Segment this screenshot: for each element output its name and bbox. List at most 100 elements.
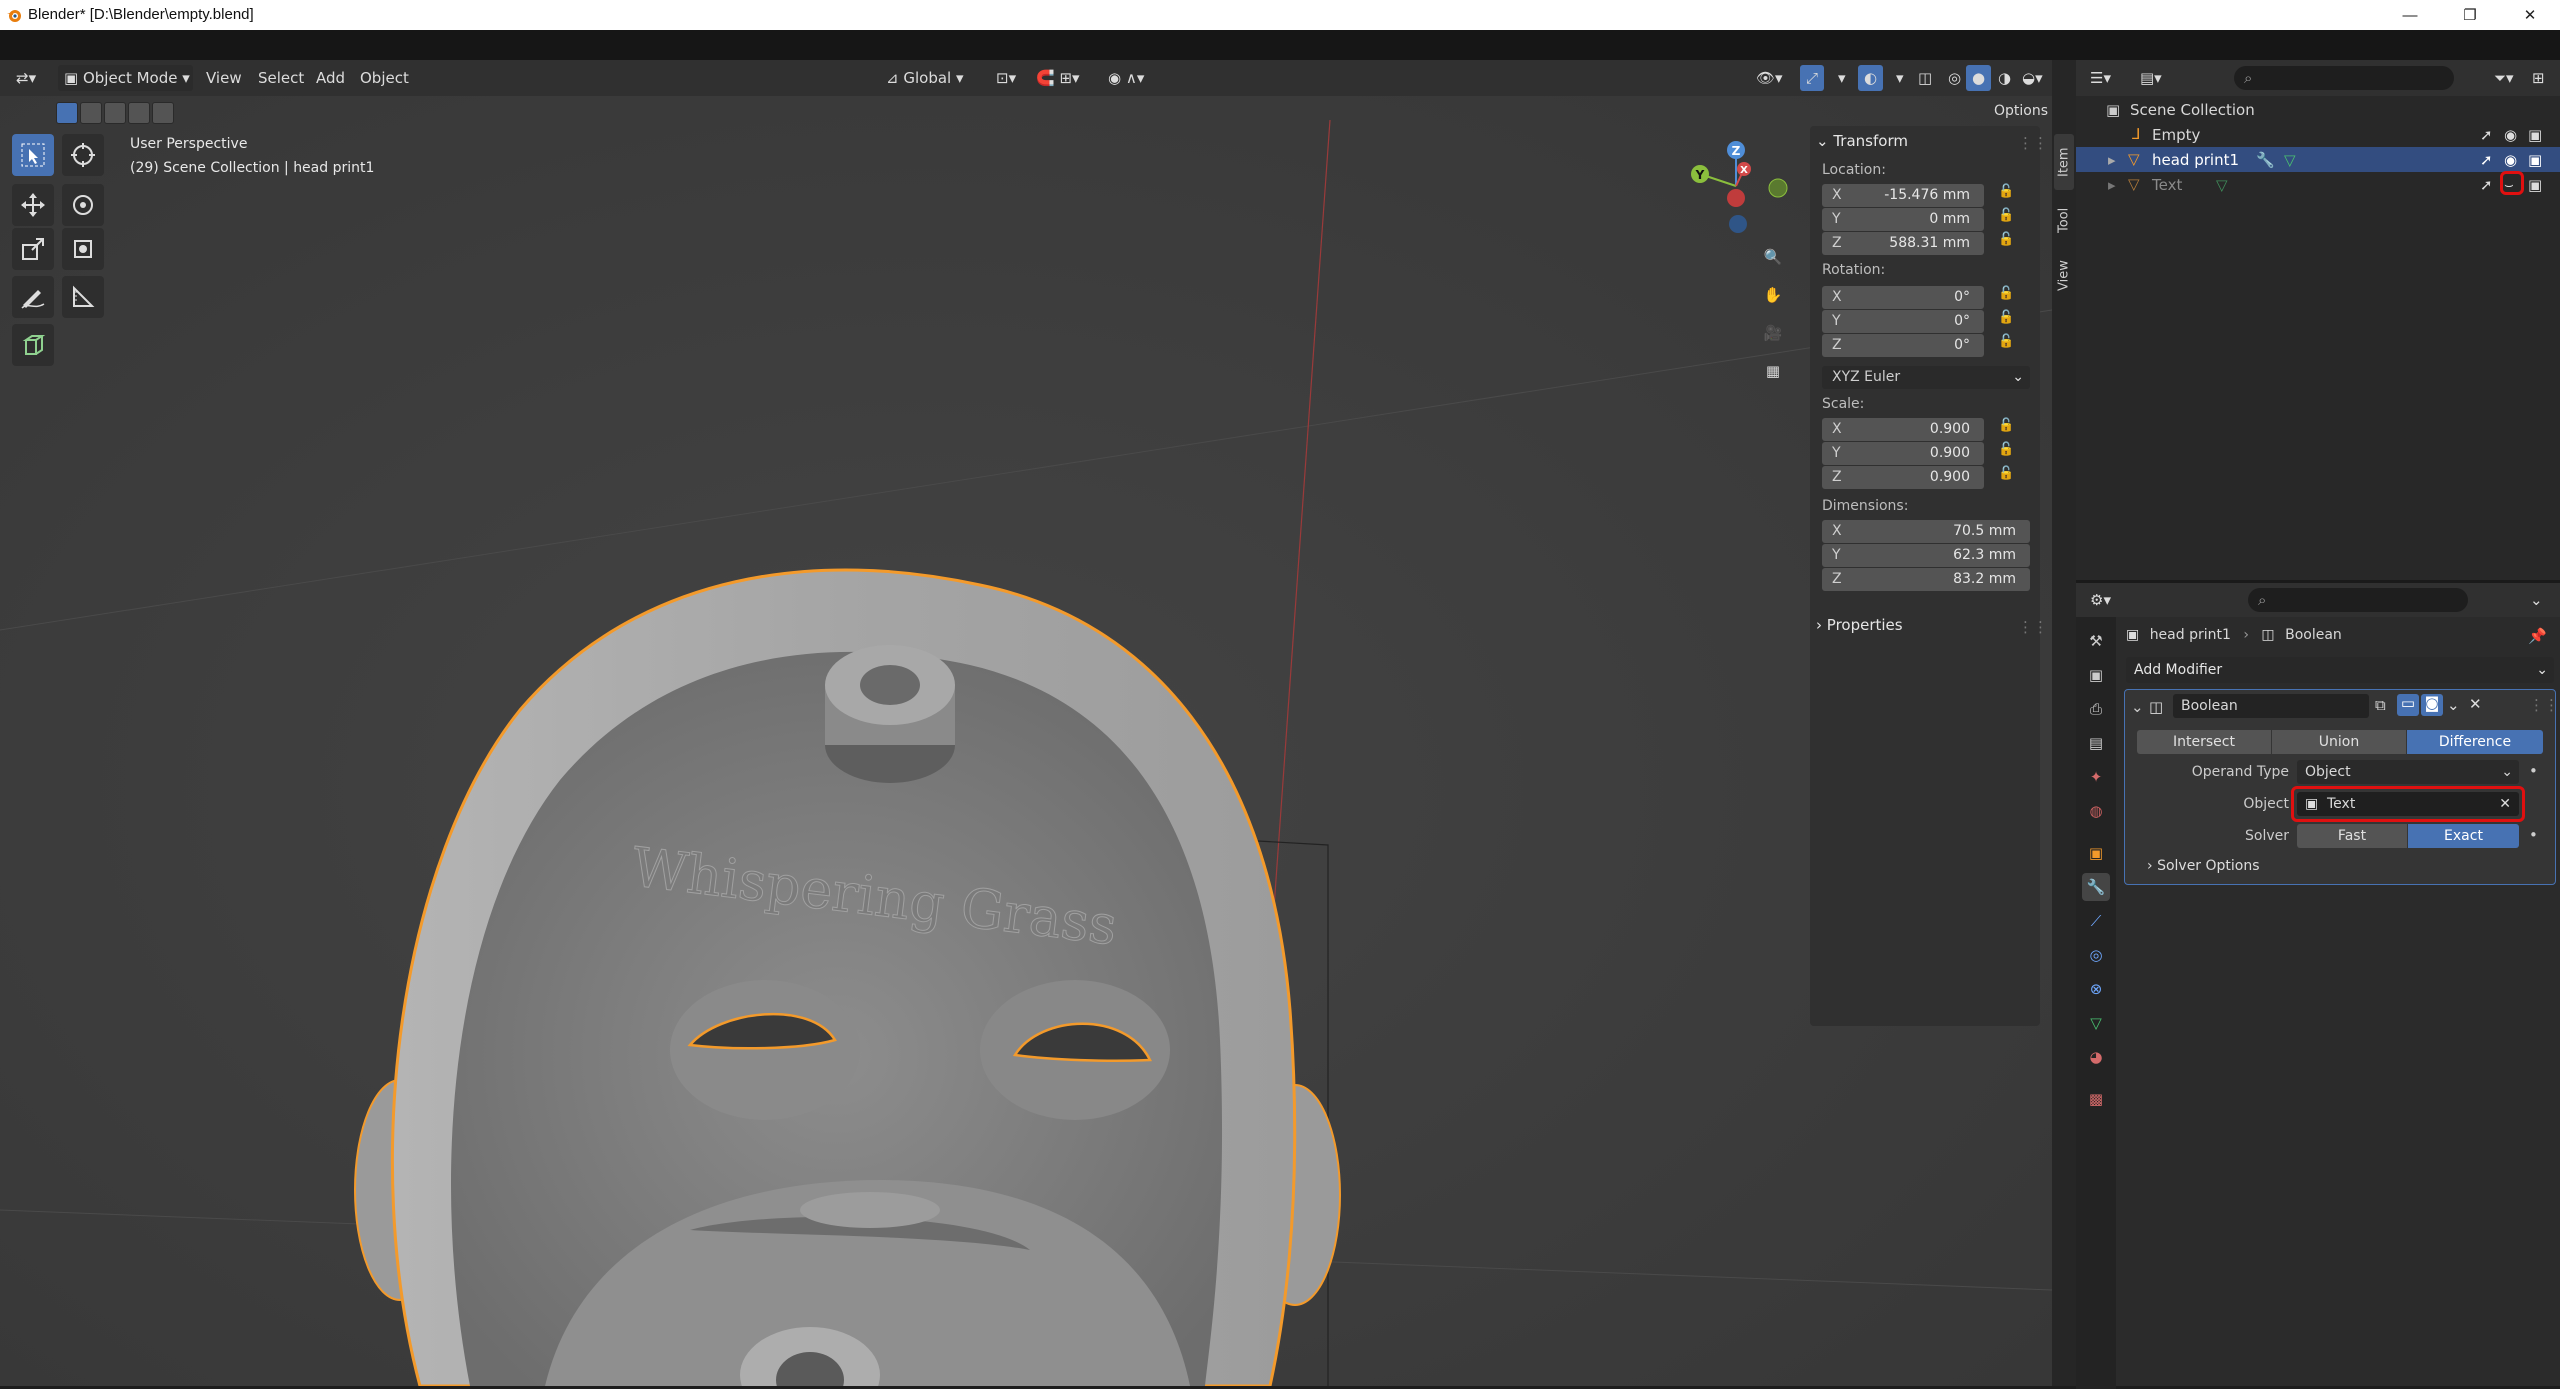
overlays-toggle[interactable]: ◐ — [1858, 65, 1884, 91]
tab-render[interactable]: ▣ — [2082, 661, 2110, 689]
rotation-mode-dropdown[interactable]: XYZ Euler ⌄ — [1822, 366, 2030, 389]
measure-tool[interactable] — [62, 276, 104, 318]
expand-arrow-icon[interactable]: ▸ — [2108, 176, 2116, 194]
rotate-tool[interactable] — [62, 184, 104, 226]
menu-select[interactable]: Select — [252, 65, 310, 91]
selectable-toggle-icon[interactable]: ➚ — [2480, 176, 2493, 194]
overlays-dropdown[interactable]: ▾ — [1890, 65, 1910, 91]
scale-z-field[interactable]: Z 0.900 — [1822, 466, 1984, 489]
location-x-field[interactable]: X -15.476 mm — [1822, 184, 1984, 207]
location-y-field[interactable]: Y0 mm — [1822, 208, 1984, 231]
solver-exact-button[interactable]: Exact — [2408, 824, 2519, 848]
collapse-arrow-icon[interactable]: ⌄ — [2131, 698, 2144, 716]
render-camera-icon[interactable]: ▣ — [2528, 151, 2542, 169]
navigation-gizmo[interactable]: Z Y X — [1686, 136, 1796, 236]
scale-tool[interactable] — [12, 228, 54, 270]
display-mode-dropdown[interactable]: ▤▾ — [2134, 65, 2168, 91]
lock-rotation-z-icon[interactable]: 🔓 — [1998, 334, 2014, 349]
selectable-toggle-icon[interactable]: ➚ — [2480, 151, 2493, 169]
op-difference-button[interactable]: Difference — [2407, 730, 2543, 754]
lock-location-y-icon[interactable]: 🔓 — [1998, 208, 2014, 223]
outliner-item-text[interactable]: ▸ ▽ Text ▽ ➚ ⌣ ▣ — [2076, 172, 2560, 197]
visibility-eye-icon[interactable]: ◉ — [2504, 151, 2517, 169]
gizmo-dropdown[interactable]: ▾ — [1832, 65, 1852, 91]
tab-tool[interactable]: Tool — [2054, 194, 2074, 246]
tab-particles[interactable]: ⟋ — [2082, 907, 2110, 935]
rotation-y-field[interactable]: Y 0° — [1822, 310, 1984, 333]
menu-view[interactable]: View — [200, 65, 248, 91]
lock-rotation-y-icon[interactable]: 🔓 — [1998, 310, 2014, 325]
pan-view-button[interactable]: ✋ — [1756, 278, 1790, 312]
transform-tool[interactable] — [62, 228, 104, 270]
outliner-item-empty[interactable]: ⅃ Empty ➚ ◉ ▣ — [2076, 122, 2560, 147]
keyframe-dot-icon[interactable]: • — [2529, 826, 2538, 844]
select-box-tool[interactable] — [12, 134, 54, 176]
tab-output[interactable]: ⎙ — [2082, 695, 2110, 723]
shading-solid[interactable]: ● — [1966, 65, 1992, 91]
lock-rotation-x-icon[interactable]: 🔓 — [1998, 286, 2014, 301]
outliner-item-head-print1[interactable]: ▸ ▽ head print1 🔧 ▽ ➚ ◉ ▣ — [2076, 147, 2560, 172]
properties-search-input[interactable]: ⌕ — [2248, 588, 2468, 612]
tab-physics[interactable]: ◎ — [2082, 941, 2110, 969]
visibility-eye-icon[interactable]: ◉ — [2504, 126, 2517, 144]
3d-viewport[interactable]: Whispering Grass ⇄▾ ▣ Object Mode ▾ View… — [0, 60, 2052, 1386]
modifier-wrench-icon[interactable]: 🔧 — [2256, 151, 2275, 169]
curve-data-icon[interactable]: ▽ — [2216, 176, 2228, 194]
properties-options-dropdown[interactable]: ⌄ — [2524, 587, 2549, 613]
expand-arrow-icon[interactable]: ▸ — [2108, 151, 2116, 169]
rotation-x-field[interactable]: X 0° — [1822, 286, 1984, 309]
zoom-view-button[interactable]: 🔍 — [1756, 240, 1790, 274]
remove-modifier-icon[interactable]: ✕ — [2469, 695, 2482, 713]
operand-type-dropdown[interactable]: Object ⌄ — [2297, 760, 2519, 784]
tab-view-layer[interactable]: ▤ — [2082, 729, 2110, 757]
dimension-z-field[interactable]: Z 83.2 mm — [1822, 568, 2030, 591]
camera-view-button[interactable]: 🎥 — [1756, 316, 1790, 350]
menu-object[interactable]: Object — [354, 65, 415, 91]
op-union-button[interactable]: Union — [2272, 730, 2406, 754]
new-collection-button[interactable]: ⊞ — [2526, 65, 2551, 91]
shading-rendered[interactable]: ◒▾ — [2016, 65, 2049, 91]
editor-type-button[interactable]: ⇄▾ — [10, 65, 42, 91]
drag-handle-icon[interactable]: ⋮⋮ — [2018, 134, 2048, 152]
solver-options-subpanel[interactable]: › Solver Options — [2147, 858, 2260, 874]
move-tool[interactable] — [12, 184, 54, 226]
scene-collection-row[interactable]: ▣ Scene Collection — [2076, 97, 2560, 122]
tab-scene[interactable]: ✦ — [2082, 763, 2110, 791]
render-camera-icon[interactable]: ▣ — [2528, 126, 2542, 144]
render-toggle[interactable]: ◙ — [2421, 694, 2443, 716]
lock-location-x-icon[interactable]: 🔓 — [1998, 184, 2014, 199]
scale-y-field[interactable]: Y 0.900 — [1822, 442, 1984, 465]
modifier-menu-dropdown[interactable]: ⌄ — [2447, 696, 2460, 714]
tab-view[interactable]: View — [2054, 250, 2074, 302]
maximize-button[interactable]: ❐ — [2440, 0, 2500, 30]
edit-mode-toggle-icon[interactable]: ⧉ — [2375, 696, 2386, 714]
minimize-button[interactable]: — — [2380, 0, 2440, 30]
shading-material[interactable]: ◑ — [1992, 65, 2017, 91]
ortho-toggle-button[interactable]: ▦ — [1756, 354, 1790, 388]
tab-constraints[interactable]: ⊗ — [2082, 975, 2110, 1003]
lock-scale-y-icon[interactable]: 🔓 — [1998, 442, 2014, 457]
op-intersect-button[interactable]: Intersect — [2137, 730, 2271, 754]
select-extend-mode[interactable] — [80, 102, 102, 124]
tab-object[interactable]: ▣ — [2082, 839, 2110, 867]
tab-item[interactable]: Item — [2054, 134, 2074, 190]
select-intersect-mode[interactable] — [152, 102, 174, 124]
keyframe-dot-icon[interactable]: • — [2529, 762, 2538, 780]
dimension-y-field[interactable]: Y 62.3 mm — [1822, 544, 2030, 567]
pivot-dropdown[interactable]: ⊡▾ — [990, 65, 1022, 91]
outliner-search-input[interactable]: ⌕ — [2234, 66, 2454, 90]
xray-toggle[interactable]: ◫ — [1912, 65, 1938, 91]
lock-location-z-icon[interactable]: 🔓 — [1998, 232, 2014, 247]
select-subtract-mode[interactable] — [104, 102, 126, 124]
tab-material[interactable]: ◕ — [2082, 1043, 2110, 1071]
select-difference-mode[interactable] — [128, 102, 150, 124]
orientation-dropdown[interactable]: ⊿ Global ▾ — [880, 65, 970, 91]
pin-icon[interactable]: 📌 — [2528, 627, 2547, 645]
tab-texture[interactable]: ▩ — [2082, 1085, 2110, 1113]
transform-panel-header[interactable]: ⌄ Transform — [1816, 132, 1908, 150]
scale-x-field[interactable]: X 0.900 — [1822, 418, 1984, 441]
close-window-button[interactable]: ✕ — [2500, 0, 2560, 30]
outliner-editor-type[interactable]: ☰▾ — [2084, 65, 2117, 91]
selectable-toggle-icon[interactable]: ➚ — [2480, 126, 2493, 144]
filter-dropdown[interactable]: ⏷▾ — [2488, 65, 2520, 91]
